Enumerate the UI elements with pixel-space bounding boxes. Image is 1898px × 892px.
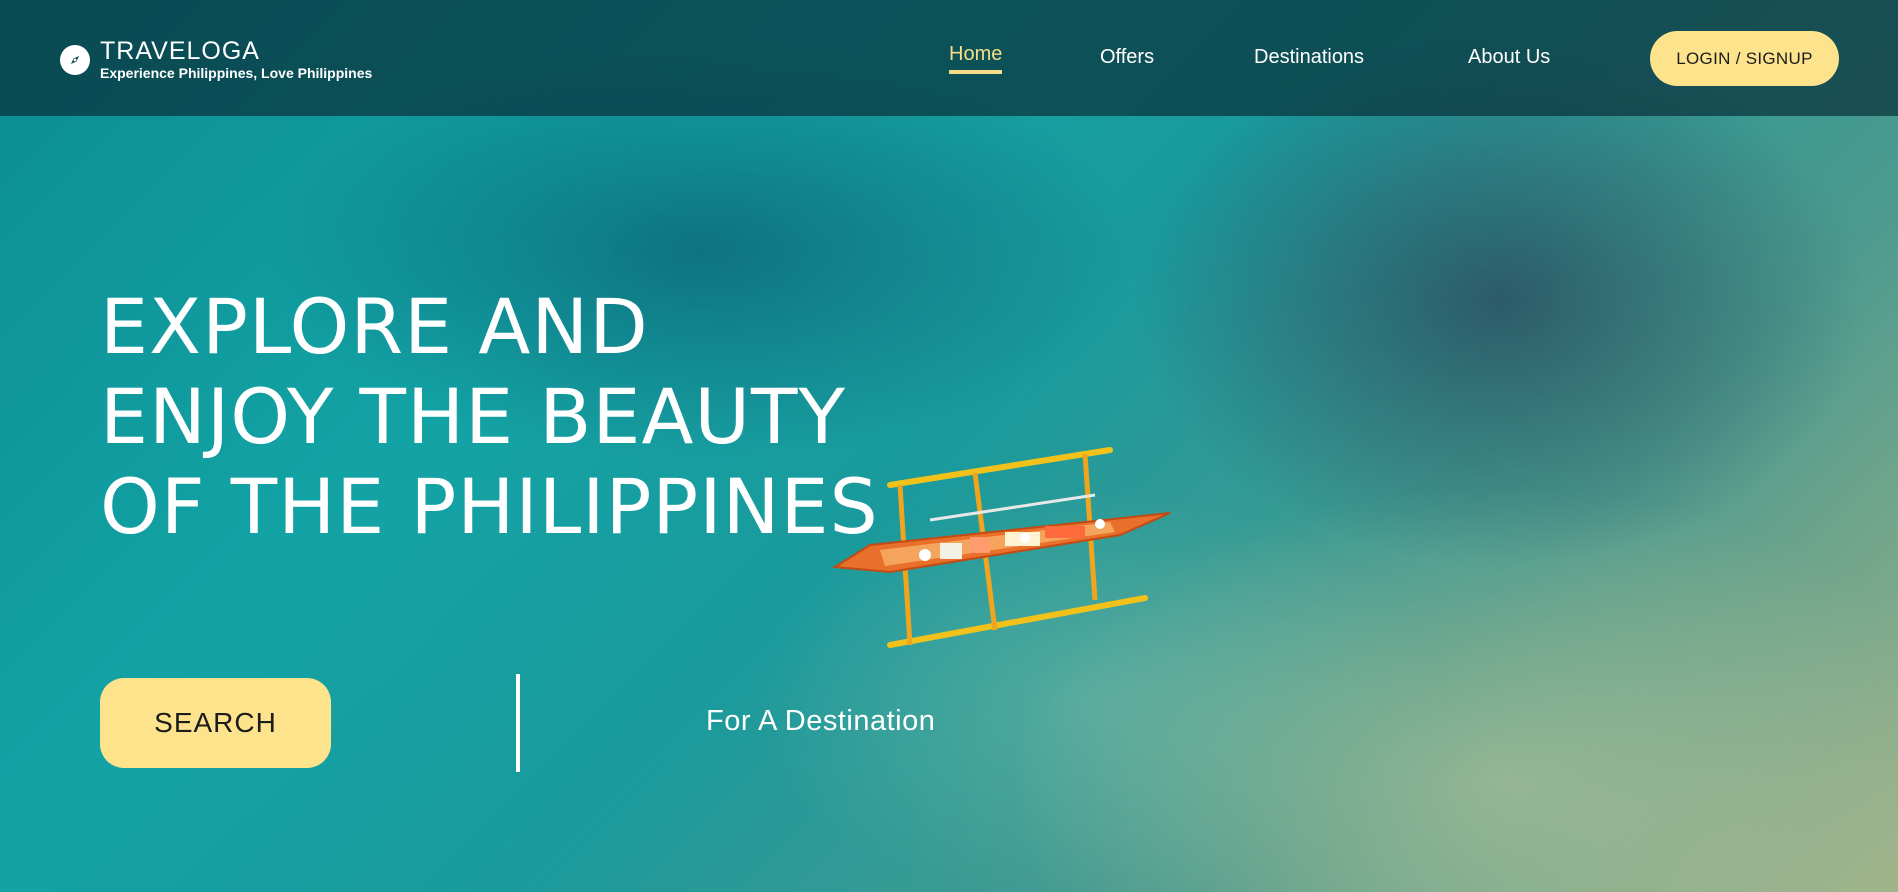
nav-item-about-us[interactable]: About Us	[1468, 46, 1550, 69]
nav-item-home[interactable]: Home	[949, 43, 1003, 74]
nav-item-destinations[interactable]: Destinations	[1254, 46, 1364, 69]
landing-page: TRAVELOGA Experience Philippines, Love P…	[0, 0, 1898, 892]
search-destination-field[interactable]: For A Destination	[706, 705, 935, 738]
login-signup-button[interactable]: LOGIN / SIGNUP	[1650, 31, 1839, 86]
hero-headline-line: EXPLORE AND	[100, 282, 649, 371]
main-nav: Home Offers Destinations About Us	[0, 0, 1898, 116]
hero-headline: EXPLORE AND ENJOY THE BEAUTY OF THE PHIL…	[100, 282, 879, 552]
top-navigation-bar: TRAVELOGA Experience Philippines, Love P…	[0, 0, 1898, 116]
hero-headline-line: OF THE PHILIPPINES	[100, 462, 879, 551]
search-divider	[516, 674, 520, 772]
outrigger-boat-illustration	[831, 447, 1171, 648]
search-button[interactable]: SEARCH	[100, 678, 331, 768]
hero-headline-line: ENJOY THE BEAUTY	[100, 372, 846, 461]
nav-item-offers[interactable]: Offers	[1100, 46, 1154, 69]
